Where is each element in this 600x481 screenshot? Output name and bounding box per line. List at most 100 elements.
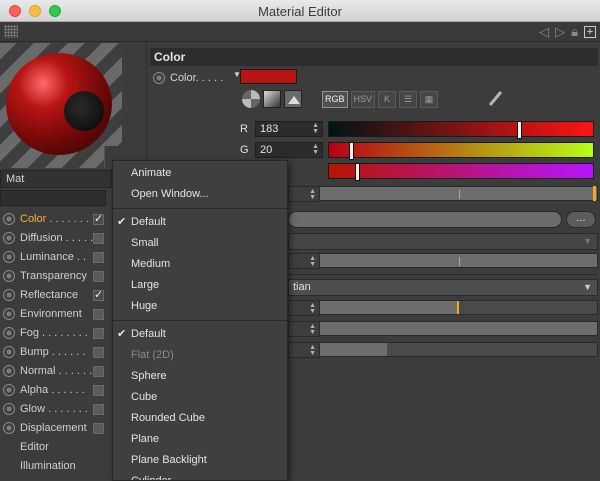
diffuse-falloff-slider[interactable] [288,300,598,315]
channel-normal[interactable]: Normal . . . . . . [0,362,112,381]
new-window-icon[interactable]: + [584,25,596,38]
model-dropdown[interactable]: tian ▼ [288,279,598,296]
channel-radio-icon[interactable] [3,346,15,358]
menu-item-label: Plane [131,433,160,445]
b-slider-handle[interactable] [355,163,360,181]
channel-checkbox[interactable]: ✓ [93,214,104,225]
spectrum-icon[interactable] [263,90,281,108]
diffuse-level-spinner[interactable]: ▲ ▼ [288,321,320,337]
forward-arrow-icon[interactable]: ▷ [555,24,565,39]
roughness-spinner[interactable]: ▲ ▼ [288,342,320,358]
channel-transparency[interactable]: Transparency [0,267,112,286]
mix-mode-dropdown[interactable]: ▼ [288,233,598,250]
b-gradient-slider[interactable] [328,163,594,181]
menu-separator [113,208,287,209]
menu-item-medium[interactable]: Medium [113,254,287,275]
channel-radio-icon[interactable] [3,213,15,225]
channel-checkbox[interactable] [93,347,104,358]
menu-item-small[interactable]: Small [113,233,287,254]
channel-radio-icon[interactable] [3,365,15,377]
texture-field[interactable] [288,211,562,228]
mix-strength-slider[interactable] [288,253,598,268]
menu-item-plane-backlight[interactable]: Plane Backlight [113,450,287,471]
channel-checkbox[interactable] [93,271,104,282]
window-title: Material Editor [258,4,342,19]
swatches-icon[interactable]: ▦ [420,90,439,108]
channel-editor[interactable]: Editor [0,438,112,457]
channel-label: Editor [20,441,49,453]
material-preview[interactable] [0,43,122,168]
r-gradient-slider[interactable] [328,121,594,139]
menu-item-open-window[interactable]: Open Window... [113,184,287,205]
mode-rgb-button[interactable]: RGB [322,90,348,108]
checkmark-icon: ✔ [117,328,127,340]
brightness-spinner[interactable]: ▲ ▼ [288,186,320,202]
channel-bump[interactable]: Bump . . . . . . [0,343,112,362]
channel-label: Normal . . . . . . [20,365,93,377]
channel-radio-icon[interactable] [3,308,15,320]
color-animate-radio[interactable] [153,72,165,84]
eyedropper-icon[interactable] [488,90,502,108]
color-wheel-icon[interactable] [242,90,260,108]
channel-illumination[interactable]: Illumination [0,457,112,476]
channel-checkbox[interactable] [93,423,104,434]
preview-context-menu: Animate Open Window... ✔ Default Small Medium… [112,160,288,481]
menu-item-default[interactable]: ✔ Default [113,324,287,345]
menu-item-cube[interactable]: Cube [113,387,287,408]
channel-checkbox[interactable] [93,328,104,339]
channel-checkbox[interactable]: ✓ [93,290,104,301]
diffuse-level-slider[interactable] [288,321,598,336]
brightness-slider[interactable] [288,186,598,201]
channel-radio-icon[interactable] [3,251,15,263]
menu-item-plane[interactable]: Plane [113,429,287,450]
menu-item-cylinder[interactable]: Cylinder [113,471,287,480]
menu-item-label: Large [131,279,160,291]
channel-checkbox[interactable] [93,366,104,377]
channel-luminance[interactable]: Luminance . . [0,248,112,267]
menu-item-animate[interactable]: Animate [113,163,287,184]
r-slider-handle[interactable] [517,121,522,139]
material-name-field[interactable]: Mat [0,170,112,188]
channel-radio-icon[interactable] [3,422,15,434]
menu-item-default[interactable]: ✔ Default [113,212,287,233]
r-value-field[interactable]: 183 ▲ ▼ [255,121,323,137]
channel-checkbox[interactable] [93,233,104,244]
channel-radio-icon[interactable] [3,327,15,339]
menu-item-rounded-cube[interactable]: Rounded Cube [113,408,287,429]
channel-radio-icon[interactable] [3,403,15,415]
roughness-slider[interactable] [288,342,598,357]
channel-displacement[interactable]: Displacement [0,419,112,438]
channel-checkbox[interactable] [93,404,104,415]
g-slider-handle[interactable] [349,142,354,160]
channel-alpha[interactable]: Alpha . . . . . . [0,381,112,400]
channel-checkbox[interactable] [93,252,104,263]
menu-item-huge[interactable]: Huge [113,296,287,317]
channel-fog[interactable]: Fog . . . . . . . . [0,324,112,343]
texture-browse-button[interactable]: ... [566,211,596,228]
lock-icon[interactable]: 🔒︎ [571,24,578,39]
menu-item-sphere[interactable]: Sphere [113,366,287,387]
mode-k-button[interactable]: K [378,90,397,108]
channel-radio-icon[interactable] [3,270,15,282]
mode-hsv-button[interactable]: HSV [350,90,376,108]
drag-grip-icon[interactable] [4,25,18,38]
channel-radio-icon[interactable] [3,384,15,396]
channel-checkbox[interactable] [93,385,104,396]
g-gradient-slider[interactable] [328,142,594,160]
back-arrow-icon[interactable]: ◁ [539,24,549,39]
diffuse-falloff-spinner[interactable]: ▲ ▼ [288,300,320,316]
channel-checkbox[interactable] [93,309,104,320]
menu-item-large[interactable]: Large [113,275,287,296]
channel-color[interactable]: Color . . . . . . . ✓ [0,210,112,229]
channel-reflectance[interactable]: Reflectance ✓ [0,286,112,305]
channel-glow[interactable]: Glow . . . . . . . [0,400,112,419]
channel-radio-icon[interactable] [3,289,15,301]
channel-radio-icon[interactable] [3,232,15,244]
channel-environment[interactable]: Environment [0,305,112,324]
mixer-icon[interactable]: ☰ [399,90,418,108]
color-swatch[interactable] [240,69,297,84]
channel-diffusion[interactable]: Diffusion . . . . . [0,229,112,248]
image-picker-icon[interactable] [284,90,302,108]
mix-strength-spinner[interactable]: ▲ ▼ [288,253,320,269]
g-value-field[interactable]: 20 ▲ ▼ [255,142,323,158]
